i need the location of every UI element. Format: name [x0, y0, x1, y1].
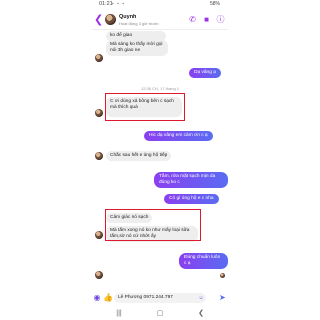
message-bubble-right[interactable]: Đúng chuẩn luôn c ạ — [179, 253, 228, 269]
read-receipt-avatar — [220, 273, 225, 278]
message-bubble-right[interactable]: Hic dạ vâng em cảm ơn c ạ — [144, 131, 213, 141]
home-icon[interactable]: ▢ — [155, 309, 165, 319]
info-icon[interactable]: ⓘ — [216, 15, 225, 24]
message-list[interactable]: ko để giao Mà sáng ko thấy mời gọi nói 3… — [92, 31, 228, 289]
message-timestamp: 12:36 CH, 17 tháng 1 — [140, 86, 180, 91]
status-time: 01:21 — [99, 1, 113, 7]
contact-avatar[interactable] — [105, 14, 116, 25]
message-bubble-right[interactable]: Có gì ủng hộ e c nha — [164, 194, 219, 204]
sender-avatar — [95, 109, 103, 117]
send-icon[interactable]: ➤ — [219, 293, 229, 303]
contact-name[interactable]: Quynh — [119, 14, 136, 20]
highlight-frame — [105, 209, 201, 241]
back-icon[interactable]: ❮ — [196, 309, 206, 319]
conversation-header: ❮ Quynh Hoạt động 3 giờ trước ✆ ■ ⓘ — [92, 10, 228, 30]
highlight-frame — [105, 93, 185, 121]
message-input-text: Lê Phương 0971.244.797 — [118, 295, 173, 300]
sender-avatar — [95, 271, 103, 279]
back-arrow-icon[interactable]: ❮ — [94, 14, 104, 26]
battery-indicator: 58% — [209, 1, 220, 7]
status-bar: 01:21 ▪ ▪ ▪ 58% — [0, 0, 320, 10]
phone-icon[interactable]: ✆ — [188, 15, 197, 24]
recent-apps-icon[interactable]: ||| — [114, 309, 124, 319]
system-nav-bar: ||| ▢ ❮ — [92, 308, 228, 320]
message-composer: ◉ 👍 Lê Phương 0971.244.797 ☺ ➤ — [92, 289, 228, 307]
sender-avatar — [95, 152, 103, 160]
video-icon[interactable]: ■ — [202, 15, 211, 24]
message-bubble-right[interactable]: Dạ vâng ạ — [189, 68, 221, 78]
sender-avatar — [95, 54, 103, 62]
camera-icon[interactable]: ◉ — [92, 293, 102, 303]
message-bubble-right[interactable]: Tắm, rửa mặt sạch mịn da đúng ko c — [154, 172, 228, 188]
message-input[interactable]: Lê Phương 0971.244.797 ☺ — [114, 293, 206, 303]
message-bubble-left[interactable]: Chắc sau hết e ủng hộ tiếp — [106, 151, 172, 161]
notification-icons: ▪ ▪ ▪ — [112, 1, 126, 7]
contact-status: Hoạt động 3 giờ trước — [119, 21, 159, 26]
message-bubble-left[interactable]: Mà sáng ko thấy mời gọi nói 3h giao ne — [106, 40, 168, 56]
emoji-icon[interactable]: ☺ — [198, 295, 204, 301]
sender-avatar — [95, 231, 103, 239]
like-icon[interactable]: 👍 — [103, 293, 113, 303]
